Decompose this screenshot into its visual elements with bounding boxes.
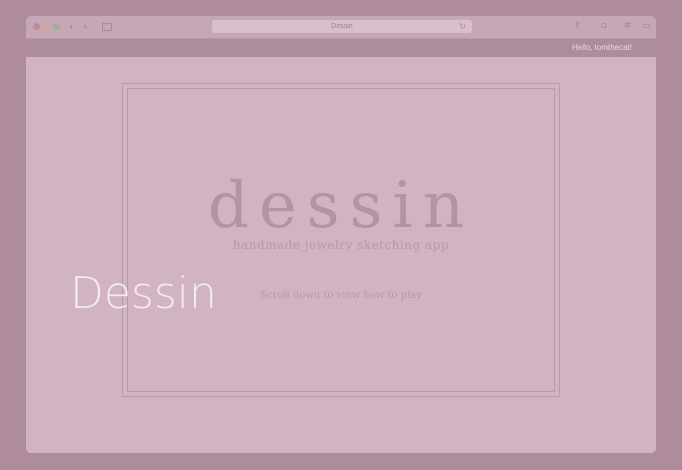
address-bar-title: Dessin — [331, 23, 353, 30]
reload-icon[interactable]: ↻ — [459, 20, 466, 33]
minimize-window-button[interactable] — [43, 23, 50, 30]
user-greeting[interactable]: Hello, tomthecat! — [572, 39, 632, 57]
address-bar[interactable]: Dessin ↻ — [212, 20, 472, 33]
hero-frame: dessin handmade jewelry sketching app Sc… — [122, 83, 560, 397]
tabs-icon[interactable]: ▫ — [599, 21, 608, 31]
close-window-button[interactable] — [33, 23, 40, 30]
zoom-window-button[interactable] — [53, 23, 60, 30]
chevron-left-icon[interactable]: ‹ — [69, 20, 73, 34]
overlay-title: Dessin — [70, 268, 217, 319]
user-bar: Hello, tomthecat! — [26, 39, 656, 57]
chevron-right-icon[interactable]: › — [83, 20, 87, 34]
browser-window: ‹ › Dessin ↻ ⇪ ▫ ✲ ▭ Hello, tomthecat! d… — [26, 16, 656, 453]
browser-toolbar: ‹ › Dessin ↻ ⇪ ▫ ✲ ▭ — [26, 16, 656, 39]
hero-frame-inner: dessin handmade jewelry sketching app Sc… — [127, 88, 555, 392]
gear-icon[interactable]: ✲ — [623, 21, 632, 31]
app-tagline: handmade jewelry sketching app — [232, 238, 450, 252]
share-icon[interactable]: ⇪ — [573, 21, 582, 31]
app-logo: dessin — [207, 169, 475, 243]
sidebar-icon[interactable] — [102, 23, 112, 31]
page-content: dessin handmade jewelry sketching app Sc… — [26, 57, 656, 453]
more-icon[interactable]: ▭ — [642, 21, 651, 31]
